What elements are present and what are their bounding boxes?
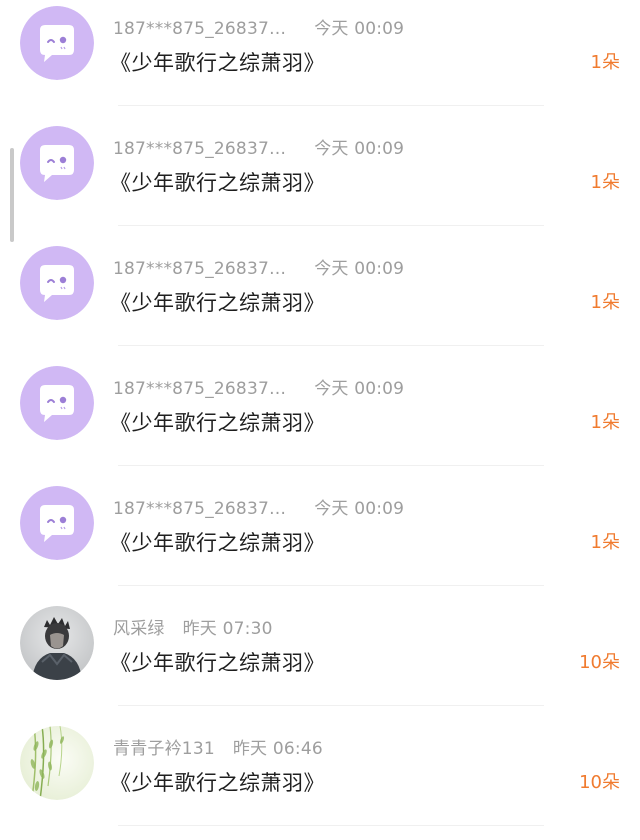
username: 187***875_26837… [113,139,287,159]
username: 187***875_26837… [113,379,287,399]
flower-count: 1朵 [590,532,620,553]
record-meta: 187***875_26837… 今天 00:09 [113,494,404,519]
list-item[interactable]: 青青子衿131 昨天 06:46 《少年歌行之综萧羽》 10朵 [0,720,640,840]
list-item[interactable]: 187***875_26837… 今天 00:09 《少年歌行之综萧羽》 1朵 [0,0,640,120]
timestamp: 今天 00:09 [314,19,405,39]
list-item[interactable]: 风采绿 昨天 07:30 《少年歌行之综萧羽》 10朵 [0,600,640,720]
divider [118,105,544,106]
divider [118,345,544,346]
record-meta: 青青子衿131 昨天 06:46 [113,734,323,759]
book-title: 《少年歌行之综萧羽》 [110,411,325,435]
default-chat-avatar-icon[interactable] [20,486,94,560]
book-title: 《少年歌行之综萧羽》 [110,291,325,315]
flower-count: 1朵 [590,172,620,193]
flower-count: 1朵 [590,292,620,313]
record-meta: 187***875_26837… 今天 00:09 [113,374,404,399]
timestamp: 昨天 07:30 [182,619,273,639]
list-item[interactable]: 187***875_26837… 今天 00:09 《少年歌行之综萧羽》 1朵 [0,360,640,480]
list-item[interactable]: 187***875_26837… 今天 00:09 《少年歌行之综萧羽》 1朵 [0,120,640,240]
username: 青青子衿131 [113,739,215,759]
default-chat-avatar-icon[interactable] [20,246,94,320]
record-meta: 187***875_26837… 今天 00:09 [113,14,404,39]
list-item[interactable]: 187***875_26837… 今天 00:09 《少年歌行之综萧羽》 1朵 [0,240,640,360]
record-meta: 187***875_26837… 今天 00:09 [113,134,404,159]
willow-branches-avatar[interactable] [20,726,94,800]
flower-count: 10朵 [579,772,620,793]
default-chat-avatar-icon[interactable] [20,6,94,80]
list-item[interactable]: 187***875_26837… 今天 00:09 《少年歌行之综萧羽》 1朵 [0,480,640,600]
flower-count: 1朵 [590,52,620,73]
crowned-figure-avatar[interactable] [20,606,94,680]
default-chat-avatar-icon[interactable] [20,126,94,200]
book-title: 《少年歌行之综萧羽》 [110,51,325,75]
timestamp: 今天 00:09 [314,139,405,159]
flower-count: 10朵 [579,652,620,673]
book-title: 《少年歌行之综萧羽》 [110,531,325,555]
username: 风采绿 [113,619,165,639]
divider [118,465,544,466]
flower-count: 1朵 [590,412,620,433]
divider [118,825,544,826]
timestamp: 今天 00:09 [314,379,405,399]
timestamp: 今天 00:09 [314,499,405,519]
gift-record-list: 187***875_26837… 今天 00:09 《少年歌行之综萧羽》 1朵 1… [0,0,640,838]
book-title: 《少年歌行之综萧羽》 [110,171,325,195]
scrollbar[interactable] [10,148,14,242]
divider [118,225,544,226]
username: 187***875_26837… [113,499,287,519]
timestamp: 今天 00:09 [314,259,405,279]
book-title: 《少年歌行之综萧羽》 [110,651,325,675]
username: 187***875_26837… [113,19,287,39]
default-chat-avatar-icon[interactable] [20,366,94,440]
timestamp: 昨天 06:46 [232,739,323,759]
book-title: 《少年歌行之综萧羽》 [110,771,325,795]
username: 187***875_26837… [113,259,287,279]
record-meta: 风采绿 昨天 07:30 [113,614,273,639]
divider [118,585,544,586]
record-meta: 187***875_26837… 今天 00:09 [113,254,404,279]
divider [118,705,544,706]
